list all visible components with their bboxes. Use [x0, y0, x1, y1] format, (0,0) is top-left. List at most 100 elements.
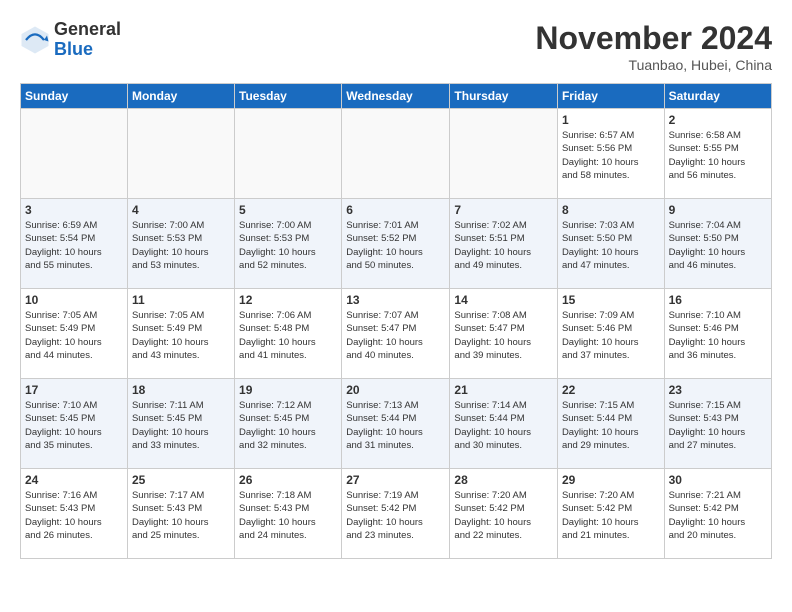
day-number: 20 — [346, 383, 445, 397]
day-cell: 20 Sunrise: 7:13 AM Sunset: 5:44 PM Dayli… — [342, 379, 450, 469]
day-info: Sunrise: 7:15 AM Sunset: 5:44 PM Dayligh… — [562, 399, 660, 452]
day-cell: 16Sunrise: 7:10 AM Sunset: 5:46 PM Dayli… — [664, 289, 771, 379]
day-cell — [21, 109, 128, 199]
day-number: 17 — [25, 383, 123, 397]
day-info: Sunrise: 7:20 AM Sunset: 5:42 PM Dayligh… — [562, 489, 660, 542]
logo-text: General Blue — [54, 20, 121, 60]
day-cell: 14 Sunrise: 7:08 AM Sunset: 5:47 PM Dayli… — [450, 289, 558, 379]
day-number: 21 — [454, 383, 553, 397]
week-row-3: 10Sunrise: 7:05 AM Sunset: 5:49 PM Dayli… — [21, 289, 772, 379]
day-number: 15 — [562, 293, 660, 307]
day-number: 18 — [132, 383, 230, 397]
day-info: Sunrise: 7:15 AM Sunset: 5:43 PM Dayligh… — [669, 399, 767, 452]
day-cell: 17 Sunrise: 7:10 AM Sunset: 5:45 PM Dayli… — [21, 379, 128, 469]
day-info: Sunrise: 7:17 AM Sunset: 5:43 PM Dayligh… — [132, 489, 230, 542]
week-row-4: 17 Sunrise: 7:10 AM Sunset: 5:45 PM Dayli… — [21, 379, 772, 469]
day-info: Sunrise: 6:57 AM Sunset: 5:56 PM Dayligh… — [562, 129, 660, 182]
day-number: 19 — [239, 383, 337, 397]
week-row-5: 24Sunrise: 7:16 AM Sunset: 5:43 PM Dayli… — [21, 469, 772, 559]
day-cell: 19Sunrise: 7:12 AM Sunset: 5:45 PM Dayli… — [235, 379, 342, 469]
day-info: Sunrise: 7:00 AM Sunset: 5:53 PM Dayligh… — [132, 219, 230, 272]
logo-icon — [20, 25, 50, 55]
day-number: 4 — [132, 203, 230, 217]
weekday-header-tuesday: Tuesday — [235, 84, 342, 109]
day-cell — [235, 109, 342, 199]
weekday-header-sunday: Sunday — [21, 84, 128, 109]
day-number: 26 — [239, 473, 337, 487]
day-info: Sunrise: 7:05 AM Sunset: 5:49 PM Dayligh… — [132, 309, 230, 362]
day-number: 29 — [562, 473, 660, 487]
day-cell: 26Sunrise: 7:18 AM Sunset: 5:43 PM Dayli… — [235, 469, 342, 559]
day-number: 6 — [346, 203, 445, 217]
day-cell: 7 Sunrise: 7:02 AM Sunset: 5:51 PM Daylig… — [450, 199, 558, 289]
logo: General Blue — [20, 20, 121, 60]
day-number: 27 — [346, 473, 445, 487]
day-info: Sunrise: 6:58 AM Sunset: 5:55 PM Dayligh… — [669, 129, 767, 182]
day-info: Sunrise: 6:59 AM Sunset: 5:54 PM Dayligh… — [25, 219, 123, 272]
weekday-header-row: SundayMondayTuesdayWednesdayThursdayFrid… — [21, 84, 772, 109]
day-cell: 11 Sunrise: 7:05 AM Sunset: 5:49 PM Dayli… — [127, 289, 234, 379]
weekday-header-thursday: Thursday — [450, 84, 558, 109]
day-info: Sunrise: 7:13 AM Sunset: 5:44 PM Dayligh… — [346, 399, 445, 452]
day-cell: 22 Sunrise: 7:15 AM Sunset: 5:44 PM Dayli… — [557, 379, 664, 469]
day-cell: 8 Sunrise: 7:03 AM Sunset: 5:50 PM Daylig… — [557, 199, 664, 289]
calendar-subtitle: Tuanbao, Hubei, China — [535, 57, 772, 73]
day-info: Sunrise: 7:07 AM Sunset: 5:47 PM Dayligh… — [346, 309, 445, 362]
day-info: Sunrise: 7:11 AM Sunset: 5:45 PM Dayligh… — [132, 399, 230, 452]
day-number: 30 — [669, 473, 767, 487]
day-cell: 29 Sunrise: 7:20 AM Sunset: 5:42 PM Dayli… — [557, 469, 664, 559]
day-cell: 23 Sunrise: 7:15 AM Sunset: 5:43 PM Dayli… — [664, 379, 771, 469]
day-number: 13 — [346, 293, 445, 307]
day-info: Sunrise: 7:20 AM Sunset: 5:42 PM Dayligh… — [454, 489, 553, 542]
day-cell — [342, 109, 450, 199]
day-info: Sunrise: 7:05 AM Sunset: 5:49 PM Dayligh… — [25, 309, 123, 362]
day-cell: 2 Sunrise: 6:58 AM Sunset: 5:55 PM Daylig… — [664, 109, 771, 199]
day-info: Sunrise: 7:09 AM Sunset: 5:46 PM Dayligh… — [562, 309, 660, 362]
day-number: 24 — [25, 473, 123, 487]
day-number: 3 — [25, 203, 123, 217]
day-info: Sunrise: 7:10 AM Sunset: 5:45 PM Dayligh… — [25, 399, 123, 452]
day-number: 28 — [454, 473, 553, 487]
day-cell: 30 Sunrise: 7:21 AM Sunset: 5:42 PM Dayli… — [664, 469, 771, 559]
day-info: Sunrise: 7:04 AM Sunset: 5:50 PM Dayligh… — [669, 219, 767, 272]
day-cell: 27Sunrise: 7:19 AM Sunset: 5:42 PM Dayli… — [342, 469, 450, 559]
day-info: Sunrise: 7:21 AM Sunset: 5:42 PM Dayligh… — [669, 489, 767, 542]
calendar-table: SundayMondayTuesdayWednesdayThursdayFrid… — [20, 83, 772, 559]
day-number: 25 — [132, 473, 230, 487]
logo-line2: Blue — [54, 40, 121, 60]
week-row-1: 1 Sunrise: 6:57 AM Sunset: 5:56 PM Daylig… — [21, 109, 772, 199]
day-info: Sunrise: 7:10 AM Sunset: 5:46 PM Dayligh… — [669, 309, 767, 362]
day-number: 11 — [132, 293, 230, 307]
day-cell: 6Sunrise: 7:01 AM Sunset: 5:52 PM Daylig… — [342, 199, 450, 289]
week-row-2: 3 Sunrise: 6:59 AM Sunset: 5:54 PM Daylig… — [21, 199, 772, 289]
day-number: 9 — [669, 203, 767, 217]
day-number: 23 — [669, 383, 767, 397]
day-cell: 12Sunrise: 7:06 AM Sunset: 5:48 PM Dayli… — [235, 289, 342, 379]
weekday-header-monday: Monday — [127, 84, 234, 109]
day-cell: 21Sunrise: 7:14 AM Sunset: 5:44 PM Dayli… — [450, 379, 558, 469]
day-info: Sunrise: 7:03 AM Sunset: 5:50 PM Dayligh… — [562, 219, 660, 272]
title-area: November 2024 Tuanbao, Hubei, China — [535, 20, 772, 73]
header: General Blue November 2024 Tuanbao, Hube… — [20, 20, 772, 73]
weekday-header-friday: Friday — [557, 84, 664, 109]
day-info: Sunrise: 7:00 AM Sunset: 5:53 PM Dayligh… — [239, 219, 337, 272]
day-cell — [127, 109, 234, 199]
day-number: 14 — [454, 293, 553, 307]
day-cell: 1 Sunrise: 6:57 AM Sunset: 5:56 PM Daylig… — [557, 109, 664, 199]
day-cell: 15 Sunrise: 7:09 AM Sunset: 5:46 PM Dayli… — [557, 289, 664, 379]
day-cell: 25 Sunrise: 7:17 AM Sunset: 5:43 PM Dayli… — [127, 469, 234, 559]
day-number: 22 — [562, 383, 660, 397]
day-info: Sunrise: 7:02 AM Sunset: 5:51 PM Dayligh… — [454, 219, 553, 272]
day-cell: 5Sunrise: 7:00 AM Sunset: 5:53 PM Daylig… — [235, 199, 342, 289]
day-cell: 28 Sunrise: 7:20 AM Sunset: 5:42 PM Dayli… — [450, 469, 558, 559]
weekday-header-saturday: Saturday — [664, 84, 771, 109]
day-cell: 13 Sunrise: 7:07 AM Sunset: 5:47 PM Dayli… — [342, 289, 450, 379]
day-cell: 10Sunrise: 7:05 AM Sunset: 5:49 PM Dayli… — [21, 289, 128, 379]
day-number: 1 — [562, 113, 660, 127]
day-number: 2 — [669, 113, 767, 127]
day-cell: 9 Sunrise: 7:04 AM Sunset: 5:50 PM Daylig… — [664, 199, 771, 289]
day-info: Sunrise: 7:08 AM Sunset: 5:47 PM Dayligh… — [454, 309, 553, 362]
day-number: 8 — [562, 203, 660, 217]
day-number: 7 — [454, 203, 553, 217]
logo-line1: General — [54, 20, 121, 40]
